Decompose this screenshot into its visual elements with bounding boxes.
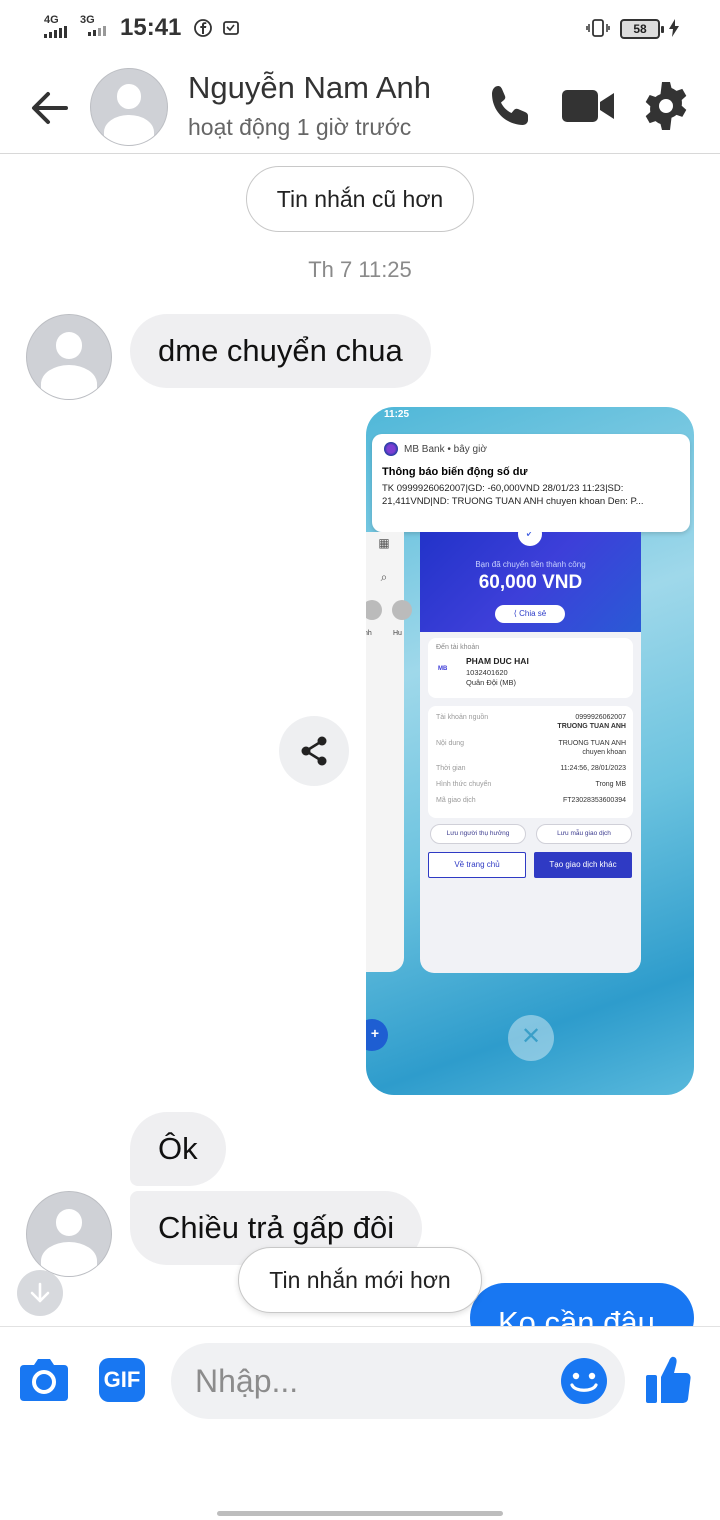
mb-logo: MB [438,666,448,672]
receipt-share-button: ⟨ Chia sẻ [495,605,565,623]
contact-label: Hu [393,630,402,637]
sender-avatar[interactable] [26,1191,112,1277]
mb-bank-logo-icon [384,442,398,456]
signal-bars-icon [88,26,106,36]
newer-messages-button[interactable]: Tin nhắn mới hơn [238,1247,482,1313]
notification-app-name: MB Bank • bây giờ [404,443,487,455]
network-3g-label: 3G [80,14,95,26]
detail-row: Nội dung TRUONG TUAN ANH [436,740,626,747]
recipient-bank: Quân Đội (MB) [466,678,517,687]
recipient-box: Đến tài khoản MB PHAM DUC HAI 1032401620… [428,638,633,698]
share-icon [301,736,327,766]
battery-indicator: 58 [620,19,664,39]
recipient-name: PHAM DUC HAI [466,656,529,666]
message-input[interactable] [195,1343,555,1419]
avatar [366,600,382,620]
back-arrow-icon[interactable] [24,82,76,134]
notification-title: Thông báo biến động số dư [382,466,528,478]
notification-line-1: TK 0999926062007|GD: -60,000VND 28/01/23… [382,483,624,494]
save-beneficiary-button: Lưu người thụ hưởng [430,824,526,844]
home-button: Về trang chủ [428,852,526,878]
contact-avatar[interactable] [90,68,168,146]
share-button[interactable] [279,716,349,786]
attachment-status-time: 11:25 [384,409,410,420]
older-messages-button[interactable]: Tin nhắn cũ hơn [246,166,474,232]
camera-icon[interactable] [18,1355,70,1405]
facebook-icon [194,19,212,37]
phone-icon[interactable] [482,78,538,134]
message-timestamp: Th 7 11:25 [308,257,412,282]
gesture-nav-bar[interactable] [217,1511,503,1516]
network-4g-label: 4G [44,14,59,26]
incoming-message[interactable]: dme chuyển chua [130,314,431,388]
recipient-label: Đến tài khoản [436,644,480,651]
chat-header: Nguyễn Nam Anh hoạt động 1 giờ trước [0,58,720,154]
sender-avatar[interactable] [26,314,112,400]
detail-row: Hình thức chuyển Trong MB [436,781,626,788]
background-app-card: ▦ ⌕ nh Hu + [366,532,412,1051]
notification-line-2: 21,411VND|ND: TRUONG TUAN ANH chuyen kho… [382,496,644,507]
detail-row: Mã giao dịch FT23028353600394 [436,797,626,804]
status-bar: 4G 3G 15:41 58 [0,0,720,58]
incoming-message[interactable]: Ôk [130,1112,226,1186]
emoji-icon[interactable] [559,1356,609,1406]
store-icon: ▦ [378,536,390,550]
signal-bars-icon [44,26,67,38]
gif-icon[interactable]: GIF [99,1358,145,1402]
clock: 15:41 [120,14,182,41]
detail-row: Tài khoản nguồn 0999926062007 [436,714,626,721]
gear-icon[interactable] [638,78,694,134]
success-text: Bạn đã chuyển tiền thành công [475,560,586,569]
message-composer: GIF [0,1326,720,1436]
close-icon: ✕ [508,1015,554,1061]
detail-row: Thời gian 11:24:56, 28/01/2023 [436,765,626,772]
contact-label: nh [366,630,372,637]
arrow-down-icon [30,1282,50,1303]
search-icon: ⌕ [380,570,388,584]
messenger-notification-icon [223,21,239,35]
transfer-amount: 60,000 VND [478,572,583,593]
contact-name[interactable]: Nguyễn Nam Anh [188,70,431,106]
avatar [392,600,412,620]
contact-activity-status: hoạt động 1 giờ trước [188,114,412,140]
bank-notification: MB Bank • bây giờ Thông báo biến động số… [372,434,690,532]
add-icon: + [366,1019,388,1051]
transaction-details: Tài khoản nguồn 0999926062007 TRUONG TUAN… [428,706,633,818]
transfer-receipt-card: Bạn đã chuyển tiền thành công 60,000 VND… [420,532,641,973]
scroll-to-bottom-button[interactable] [17,1270,63,1316]
thumbs-up-icon[interactable] [644,1351,694,1407]
save-template-button: Lưu mẫu giao dịch [536,824,632,844]
vibrate-icon [586,19,610,37]
video-icon[interactable] [560,78,618,134]
recipient-account: 1032401620 [466,668,508,677]
image-attachment[interactable]: 11:25 MB Bank • bây giờ Thông báo biến đ… [366,407,694,1095]
new-transaction-button: Tạo giao dịch khác [534,852,632,878]
message-input-box[interactable] [171,1343,625,1419]
charging-icon [669,19,679,37]
